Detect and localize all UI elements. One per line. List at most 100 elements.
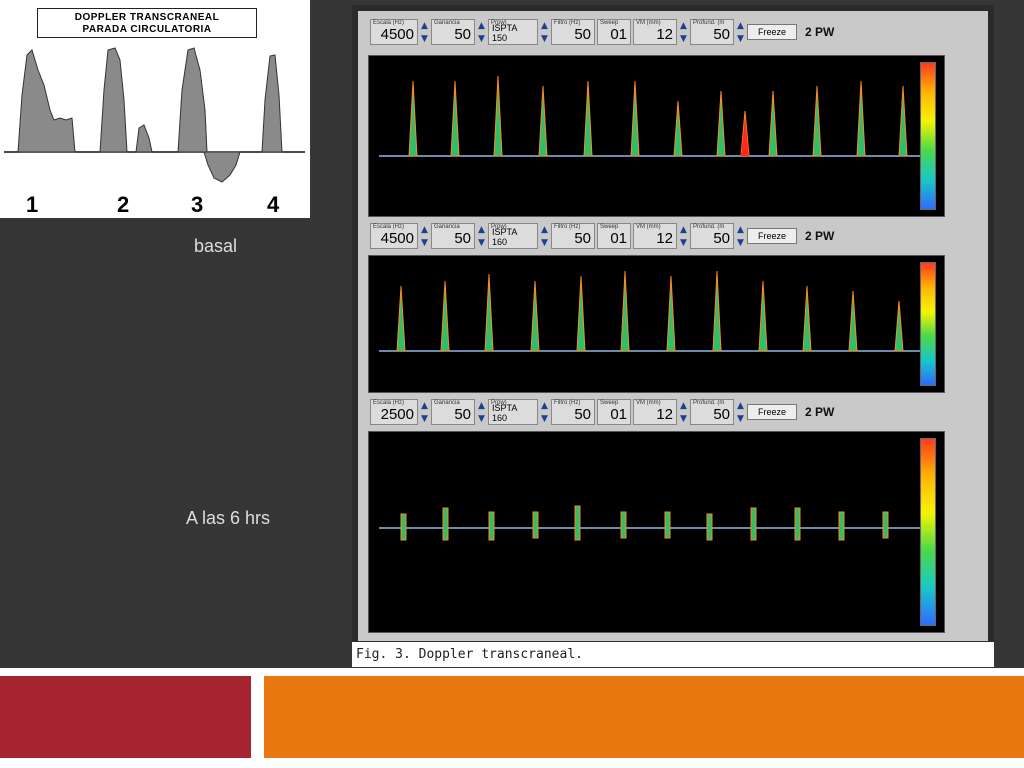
ganancia-arrows[interactable]: ▲ ▼ bbox=[477, 223, 486, 249]
power-field[interactable]: P(pw) ISPTA 160 bbox=[488, 399, 538, 425]
sweep-value: 01 bbox=[610, 230, 627, 247]
arrow-up-icon: ▲ bbox=[737, 224, 744, 235]
power-field[interactable]: P(pw) ISPTA 150 bbox=[488, 19, 538, 45]
arrow-down-icon: ▼ bbox=[478, 413, 485, 424]
sweep-caption: Sweep bbox=[600, 400, 619, 406]
escala-field[interactable]: Escala (Hz) 2500 bbox=[370, 399, 418, 425]
arrow-down-icon: ▼ bbox=[478, 33, 485, 44]
figure-caption: Fig. 3. Doppler transcraneal. bbox=[352, 642, 994, 667]
spectrogram-1 bbox=[379, 75, 929, 157]
footer-band-orange bbox=[264, 676, 1024, 758]
profund-arrows[interactable]: ▲ ▼ bbox=[736, 223, 745, 249]
ispta-value: ISPTA 150 bbox=[492, 23, 517, 43]
ganancia-field[interactable]: Ganancia 50 bbox=[431, 19, 475, 45]
profund-field[interactable]: Profund. (m 50 bbox=[690, 19, 734, 45]
vm-field[interactable]: VM (mm) 12 bbox=[633, 223, 677, 249]
power-arrows[interactable]: ▲ ▼ bbox=[540, 399, 549, 425]
ganancia-value: 50 bbox=[454, 230, 471, 247]
escala-caption: Escala (Hz) bbox=[373, 400, 405, 406]
arrow-up-icon: ▲ bbox=[541, 20, 548, 31]
arrow-down-icon: ▼ bbox=[680, 33, 687, 44]
power-caption: P(pw) bbox=[491, 20, 507, 26]
arrow-down-icon: ▼ bbox=[421, 413, 428, 424]
doppler-figure: Escala (Hz) 4500 ▲ ▼ Ganancia 50 ▲ ▼ P(pw) IS… bbox=[352, 5, 994, 667]
vm-value: 12 bbox=[656, 406, 673, 423]
arrow-up-icon: ▲ bbox=[421, 400, 428, 411]
arrow-down-icon: ▼ bbox=[737, 413, 744, 424]
sweep-field[interactable]: Sweep 01 bbox=[597, 223, 631, 249]
arrow-up-icon: ▲ bbox=[680, 400, 687, 411]
sweep-value: 01 bbox=[610, 406, 627, 423]
ganancia-field[interactable]: Ganancia 50 bbox=[431, 399, 475, 425]
control-bar-2: Escala (Hz) 4500 ▲ ▼ Ganancia 50 ▲ ▼ P(pw) IS… bbox=[370, 223, 834, 249]
schematic-title-box: DOPPLER TRANSCRANEAL PARADA CIRCULATORIA bbox=[37, 8, 257, 38]
arrow-up-icon: ▲ bbox=[737, 20, 744, 31]
color-scale-3 bbox=[920, 438, 936, 626]
ganancia-field[interactable]: Ganancia 50 bbox=[431, 223, 475, 249]
escala-field[interactable]: Escala (Hz) 4500 bbox=[370, 223, 418, 249]
waveform-schematic: DOPPLER TRANSCRANEAL PARADA CIRCULATORIA… bbox=[0, 0, 310, 218]
escala-arrows[interactable]: ▲ ▼ bbox=[420, 223, 429, 249]
schematic-title-line1: DOPPLER TRANSCRANEAL bbox=[74, 12, 220, 23]
vm-caption: VM (mm) bbox=[636, 224, 661, 230]
color-scale-1 bbox=[920, 62, 936, 210]
control-bar-3: Escala (Hz) 2500 ▲ ▼ Ganancia 50 ▲ ▼ P(pw) IS… bbox=[370, 399, 834, 425]
arrow-down-icon: ▼ bbox=[421, 237, 428, 248]
ganancia-caption: Ganancia bbox=[434, 224, 460, 230]
vm-value: 12 bbox=[656, 230, 673, 247]
freeze-button[interactable]: Freeze bbox=[747, 24, 798, 40]
power-field[interactable]: P(pw) ISPTA 160 bbox=[488, 223, 538, 249]
arrow-up-icon: ▲ bbox=[478, 224, 485, 235]
doppler-figure-panel: Escala (Hz) 4500 ▲ ▼ Ganancia 50 ▲ ▼ P(pw) IS… bbox=[358, 11, 988, 641]
filtro-value: 50 bbox=[574, 406, 591, 423]
spectrogram-3 bbox=[379, 505, 929, 541]
sweep-field[interactable]: Sweep 01 bbox=[597, 19, 631, 45]
mode-label: 2 PW bbox=[805, 229, 835, 243]
filtro-field[interactable]: Filtro (Hz) 50 bbox=[551, 19, 595, 45]
waveform-number-3: 3 bbox=[191, 192, 204, 217]
vm-arrows[interactable]: ▲ ▼ bbox=[679, 399, 688, 425]
vm-caption: VM (mm) bbox=[636, 400, 661, 406]
ganancia-arrows[interactable]: ▲ ▼ bbox=[477, 19, 486, 45]
vm-arrows[interactable]: ▲ ▼ bbox=[679, 223, 688, 249]
label-basal: basal bbox=[194, 236, 238, 256]
profund-field[interactable]: Profund. (m 50 bbox=[690, 399, 734, 425]
profund-caption: Profund. (m bbox=[693, 20, 725, 26]
vm-field[interactable]: VM (mm) 12 bbox=[633, 399, 677, 425]
vm-arrows[interactable]: ▲ ▼ bbox=[679, 19, 688, 45]
filtro-field[interactable]: Filtro (Hz) 50 bbox=[551, 399, 595, 425]
escala-arrows[interactable]: ▲ ▼ bbox=[420, 19, 429, 45]
arrow-up-icon: ▲ bbox=[680, 20, 687, 31]
ispta-value: ISPTA 160 bbox=[492, 403, 517, 423]
arrow-up-icon: ▲ bbox=[541, 224, 548, 235]
profund-field[interactable]: Profund. (m 50 bbox=[690, 223, 734, 249]
ganancia-caption: Ganancia bbox=[434, 400, 460, 406]
power-arrows[interactable]: ▲ ▼ bbox=[540, 223, 549, 249]
spectrogram-panel-1 bbox=[368, 55, 945, 217]
profund-arrows[interactable]: ▲ ▼ bbox=[736, 19, 745, 45]
spectrogram-2 bbox=[379, 270, 929, 352]
freeze-button[interactable]: Freeze bbox=[747, 228, 798, 244]
power-arrows[interactable]: ▲ ▼ bbox=[540, 19, 549, 45]
sweep-field[interactable]: Sweep 01 bbox=[597, 399, 631, 425]
escala-value: 2500 bbox=[380, 406, 414, 423]
ganancia-arrows[interactable]: ▲ ▼ bbox=[477, 399, 486, 425]
escala-value: 4500 bbox=[380, 230, 414, 247]
profund-arrows[interactable]: ▲ ▼ bbox=[736, 399, 745, 425]
arrow-down-icon: ▼ bbox=[541, 413, 548, 424]
filtro-field[interactable]: Filtro (Hz) 50 bbox=[551, 223, 595, 249]
escala-arrows[interactable]: ▲ ▼ bbox=[420, 399, 429, 425]
ganancia-caption: Ganancia bbox=[434, 20, 460, 26]
vm-field[interactable]: VM (mm) 12 bbox=[633, 19, 677, 45]
label-six-hours: A las 6 hrs bbox=[186, 508, 271, 528]
arrow-up-icon: ▲ bbox=[737, 400, 744, 411]
freeze-button[interactable]: Freeze bbox=[747, 404, 798, 420]
sweep-caption: Sweep bbox=[600, 20, 619, 26]
ganancia-value: 50 bbox=[454, 26, 471, 43]
arrow-down-icon: ▼ bbox=[737, 237, 744, 248]
spectrogram-panel-2 bbox=[368, 255, 945, 393]
escala-field[interactable]: Escala (Hz) 4500 bbox=[370, 19, 418, 45]
ganancia-value: 50 bbox=[454, 406, 471, 423]
ispta-value: ISPTA 160 bbox=[492, 227, 517, 247]
arrow-down-icon: ▼ bbox=[737, 33, 744, 44]
